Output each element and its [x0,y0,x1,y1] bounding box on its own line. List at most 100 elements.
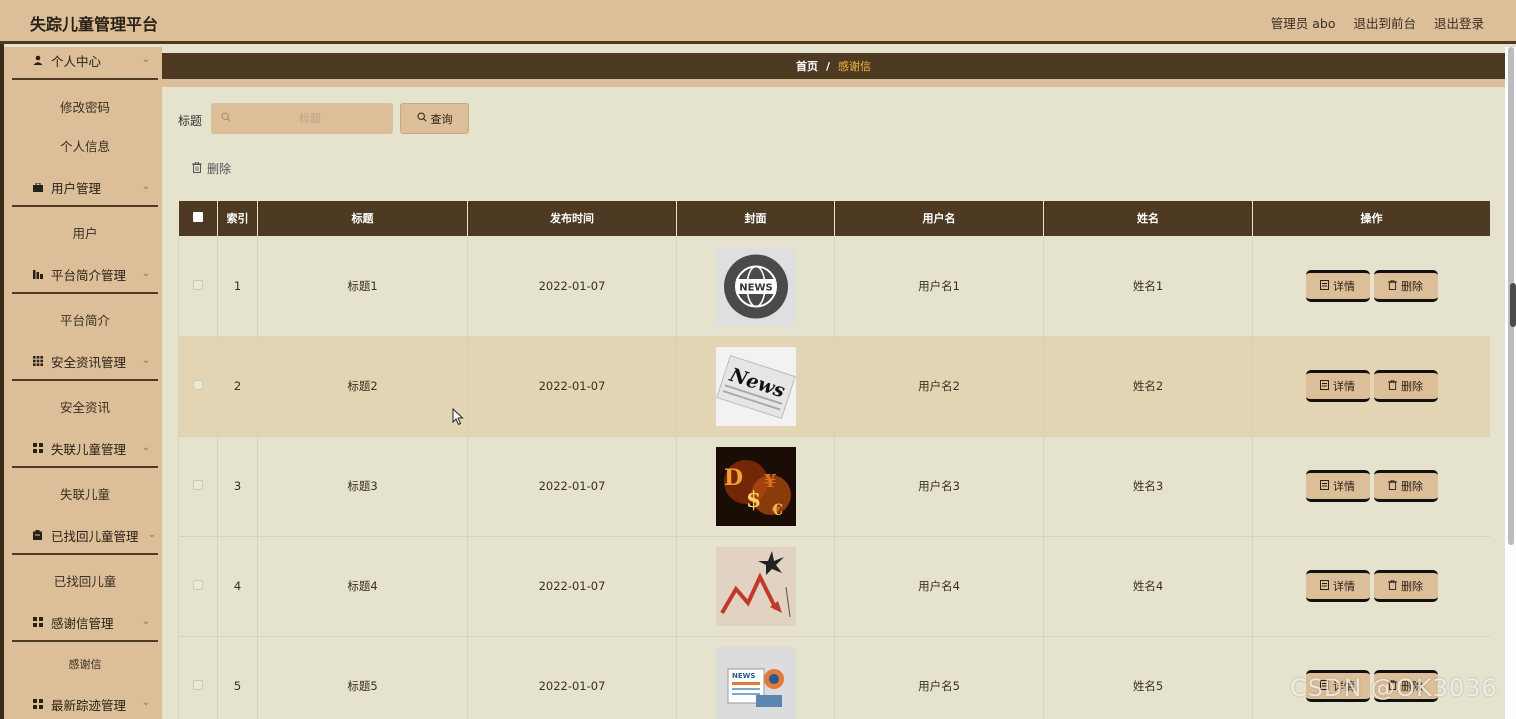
sidebar-item-missing-children[interactable]: 失联儿童 [12,474,158,512]
apps-icon [32,699,43,709]
row-date: 2022-01-07 [467,535,677,637]
detail-button[interactable]: 详情 [1305,570,1370,602]
column-header-title: 标题 [257,201,468,237]
sidebar-group-user-management[interactable]: 用户管理 ⌄ [12,169,158,207]
search-icon [221,112,231,125]
query-button-label: 查询 [430,112,453,126]
row-checkbox[interactable] [193,580,203,590]
batch-delete-button[interactable]: 删除 [192,160,231,177]
trash-icon [1388,379,1397,393]
svg-text:D: D [724,465,743,491]
row-username: 用户名5 [834,635,1044,719]
sidebar-group-latest-traces-management[interactable]: 最新踪迹管理 ⌄ [12,685,158,719]
search-field[interactable] [211,103,393,134]
clipboard-icon [32,530,43,540]
admin-user-label[interactable]: 管理员 abo [1271,13,1336,32]
sidebar-group-label: 平台简介管理 [51,267,127,283]
row-name: 姓名2 [1043,335,1253,437]
data-table-container: 索引 标题 发布时间 封面 用户名 姓名 操作 1 标题1 2022-01-07 [178,201,1490,719]
trash-icon [192,161,202,176]
query-button[interactable]: 查询 [400,103,469,134]
table-header-row: 索引 标题 发布时间 封面 用户名 姓名 操作 [178,201,1490,237]
column-header-publish-time: 发布时间 [467,201,677,237]
row-checkbox[interactable] [193,480,203,490]
breadcrumb-underline [162,79,1505,87]
bar-chart-icon [32,269,43,279]
scrollbar-indicator [1510,283,1516,327]
sidebar-group-label: 失联儿童管理 [51,441,127,457]
svg-text:NEWS: NEWS [739,282,772,293]
select-all-header[interactable] [178,201,218,237]
exit-to-front-link[interactable]: 退出到前台 [1353,13,1416,32]
sidebar-group-platform-intro-management[interactable]: 平台简介管理 ⌄ [12,256,158,294]
sidebar-group-personal-center[interactable]: 个人中心 ⌄ [12,47,158,80]
row-index: 2 [217,335,258,437]
grid-icon [32,356,43,366]
row-delete-button[interactable]: 删除 [1373,570,1438,602]
document-icon [1320,379,1329,393]
breadcrumb-separator: / [825,59,831,73]
breadcrumb-current: 感谢信 [838,60,872,73]
detail-button[interactable]: 详情 [1305,370,1370,402]
sidebar-group-safety-news-management[interactable]: 安全资讯管理 ⌄ [12,343,158,381]
row-title: 标题4 [257,535,468,637]
row-delete-button[interactable]: 删除 [1373,470,1438,502]
news-illustration-image: NEWS [715,646,796,719]
row-date: 2022-01-07 [467,235,677,337]
sidebar-item-platform-intro[interactable]: 平台简介 [12,300,158,338]
delete-label: 删除 [1401,380,1423,393]
detail-button[interactable]: 详情 [1305,470,1370,502]
document-icon [1320,279,1329,293]
chevron-down-icon: ⌄ [141,697,150,708]
table-row: 2 标题2 2022-01-07 News 用户名2 姓名2 详情 删除 [178,335,1490,437]
header-links: 管理员 abo 退出到前台 退出登录 [1271,13,1484,32]
detail-label: 详情 [1333,380,1355,393]
row-checkbox[interactable] [193,680,203,690]
thank-you-letter-table: 索引 标题 发布时间 封面 用户名 姓名 操作 1 标题1 2022-01-07 [178,201,1490,719]
detail-button[interactable]: 详情 [1305,270,1370,302]
top-header: 失踪儿童管理平台 管理员 abo 退出到前台 退出登录 [0,0,1516,44]
row-checkbox[interactable] [193,380,203,390]
sidebar-item-found-children[interactable]: 已找回儿童 [12,561,158,599]
row-name: 姓名5 [1043,635,1253,719]
delete-label: 删除 [1401,480,1423,493]
sidebar-group-label: 最新踪迹管理 [51,697,127,713]
logout-link[interactable]: 退出登录 [1434,13,1484,32]
select-all-checkbox[interactable] [193,211,203,222]
search-label: 标题 [178,114,203,128]
sidebar-item-personal-info[interactable]: 个人信息 [12,126,158,164]
document-icon [1320,479,1329,493]
row-date: 2022-01-07 [467,435,677,537]
app-title: 失踪儿童管理平台 [30,15,159,34]
table-row: 3 标题3 2022-01-07 D $ ¥ € 用户名3 姓名3 详情 删除 [178,435,1490,537]
watermark: CSDN @OK3036 [1290,674,1498,702]
sidebar-item-change-password[interactable]: 修改密码 [12,87,158,125]
sidebar-group-thank-you-letter-management[interactable]: 感谢信管理 ⌄ [12,604,158,642]
sidebar-group-missing-children-management[interactable]: 失联儿童管理 ⌄ [12,430,158,468]
sidebar-item-users[interactable]: 用户 [12,213,158,251]
column-header-cover: 封面 [676,201,835,237]
table-row: 1 标题1 2022-01-07 NEWS 用户名1 姓名1 详情 删除 [178,235,1490,337]
sidebar-item-thank-you-letter[interactable]: 感谢信 [12,645,158,683]
row-username: 用户名3 [834,435,1044,537]
delete-label: 删除 [1401,280,1423,293]
search-icon [416,112,427,125]
row-checkbox[interactable] [193,280,203,290]
row-delete-button[interactable]: 删除 [1373,270,1438,302]
row-index: 5 [217,635,258,719]
sidebar-group-label: 感谢信管理 [51,615,114,631]
breadcrumb-home[interactable]: 首页 [796,58,818,74]
row-title: 标题5 [257,635,468,719]
column-header-actions: 操作 [1252,201,1490,237]
sidebar-item-safety-news[interactable]: 安全资讯 [12,387,158,425]
svg-text:NEWS: NEWS [732,672,755,680]
mouse-cursor-icon [452,408,464,426]
search-input[interactable] [235,103,385,134]
breadcrumb: 首页 / 感谢信 [162,53,1505,79]
svg-text:¥: ¥ [764,471,777,492]
sidebar-group-label: 个人中心 [51,53,102,69]
row-delete-button[interactable]: 删除 [1373,370,1438,402]
table-row: 4 标题4 2022-01-07 用户名4 姓名4 详情 删除 [178,535,1490,637]
sidebar-group-found-children-management[interactable]: 已找回儿童管理 ⌄ [12,517,158,555]
row-title: 标题3 [257,435,468,537]
